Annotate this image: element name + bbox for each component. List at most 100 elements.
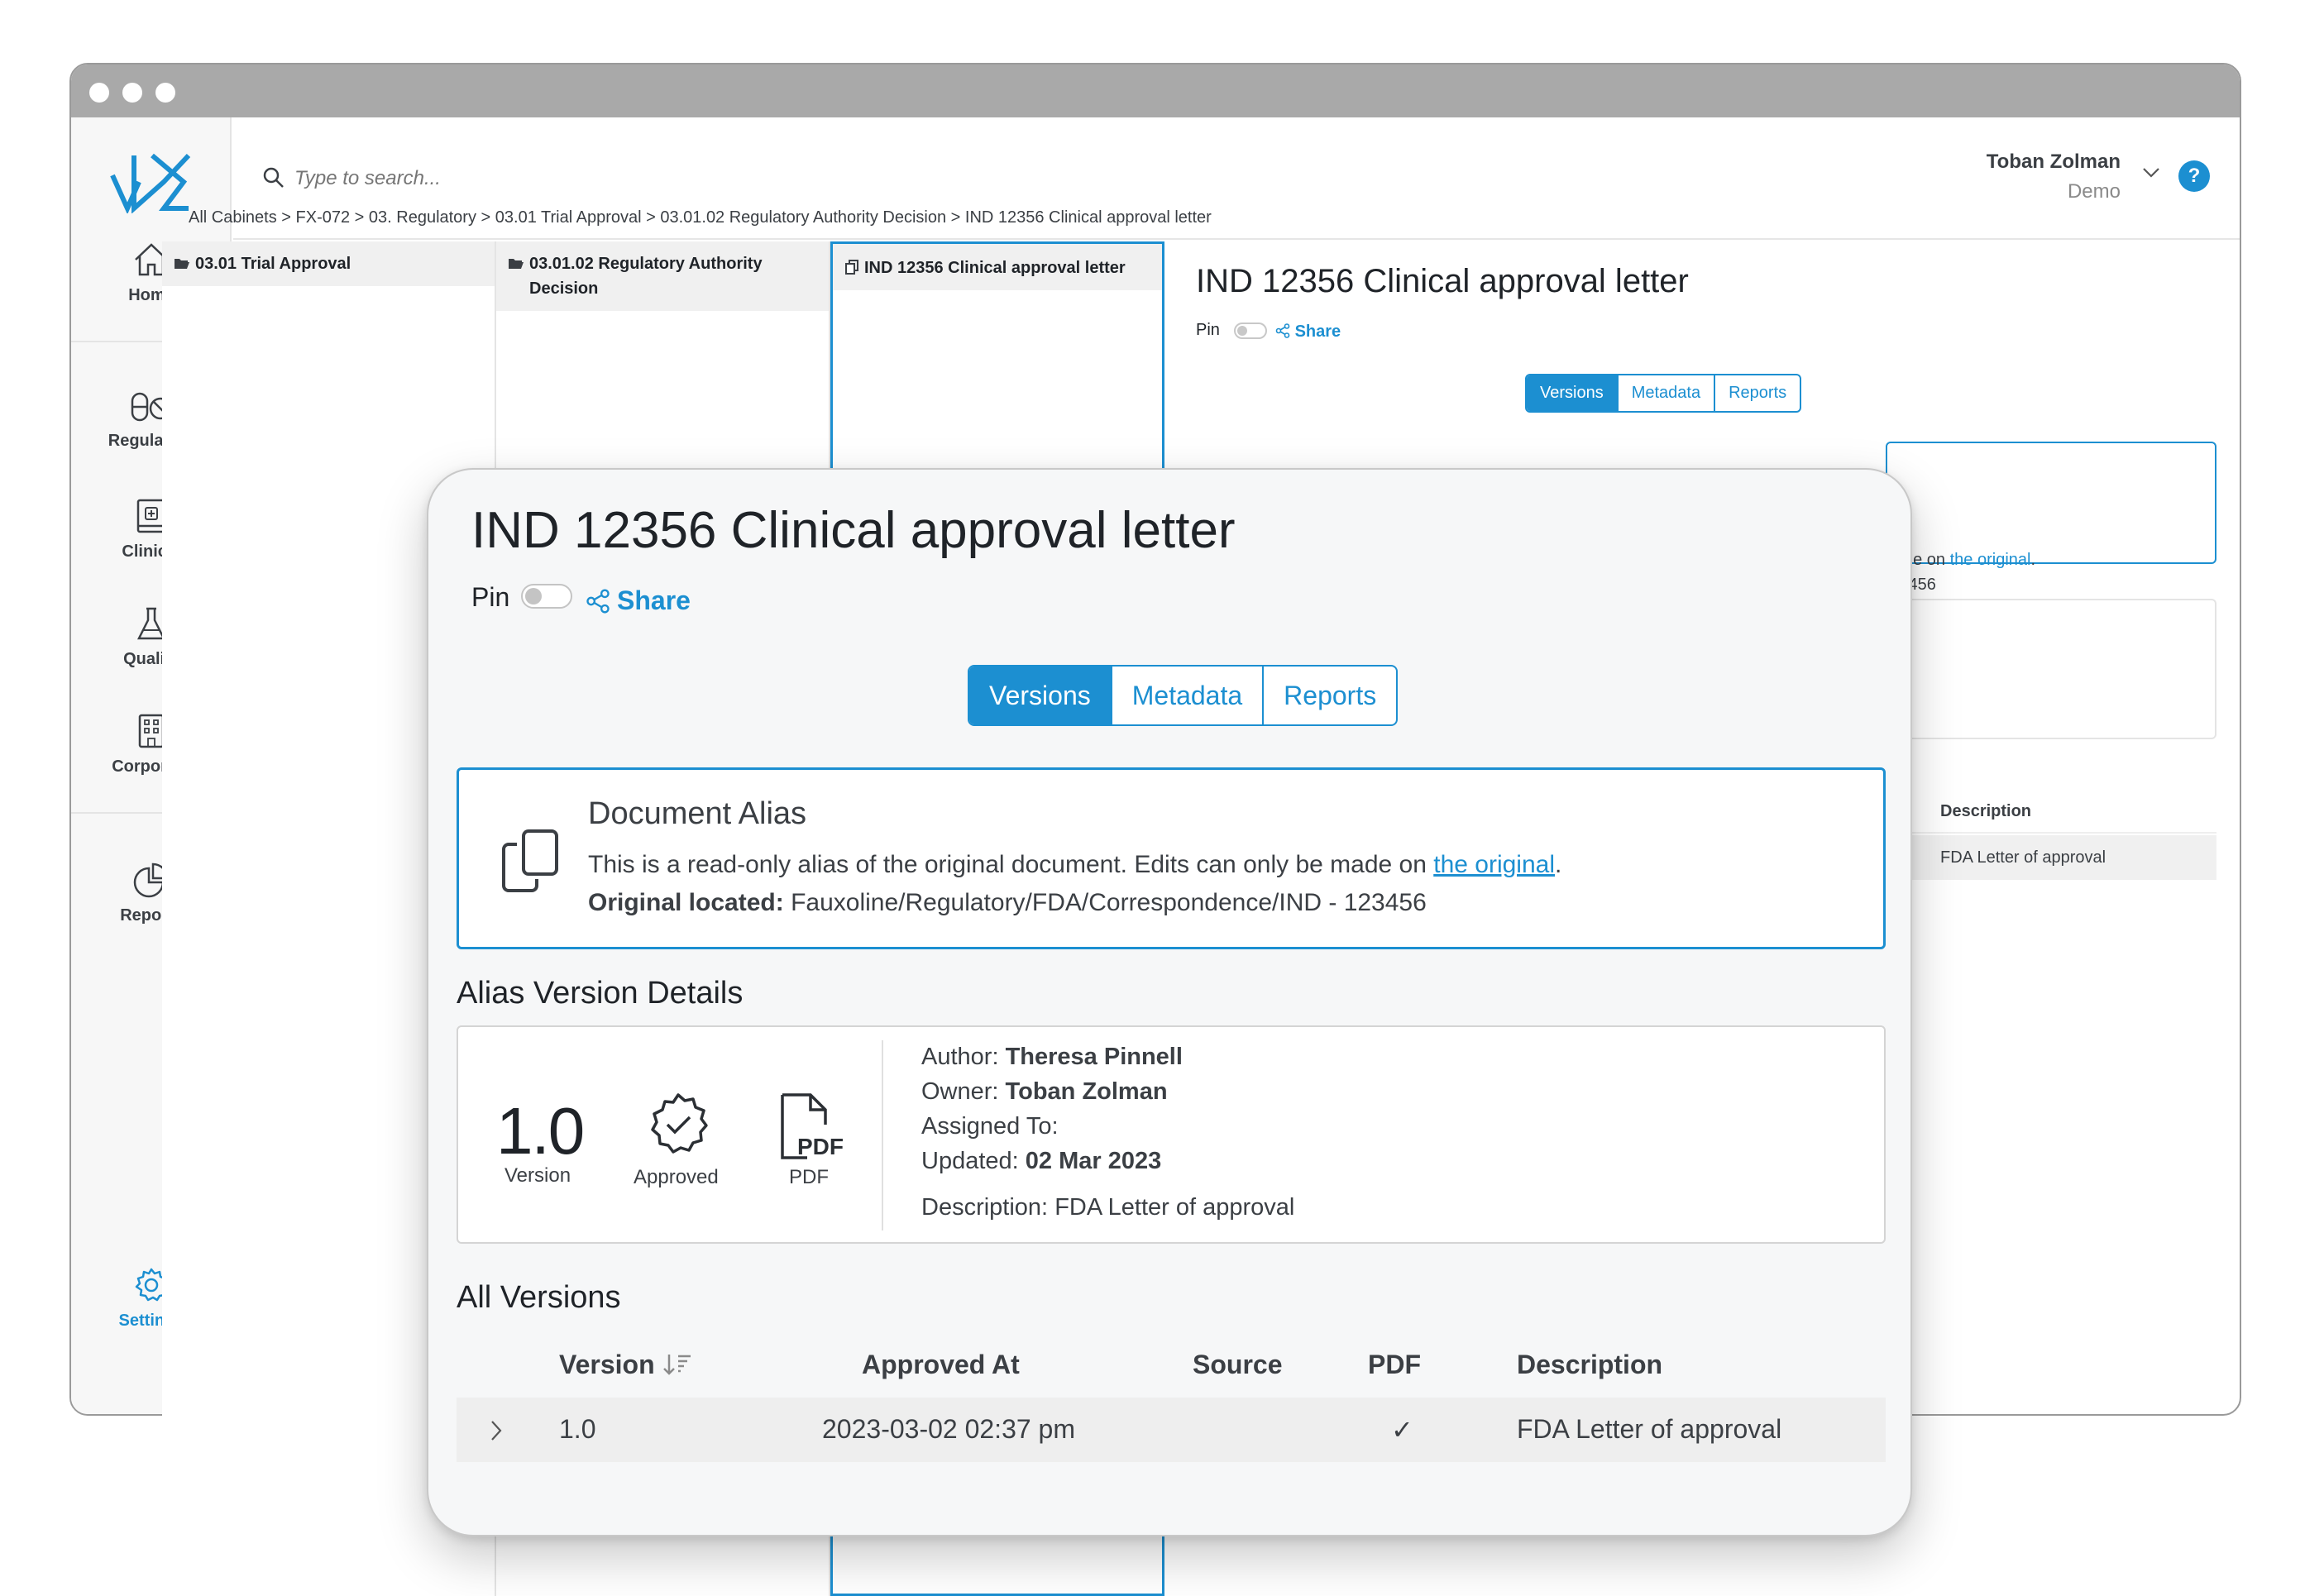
bg-alias-text: de on the original. (1904, 551, 2035, 570)
author-label: Author: (921, 1044, 999, 1070)
help-icon[interactable]: ? (2178, 160, 2210, 192)
folder-open-icon (509, 259, 524, 269)
version-label: Version (504, 1164, 571, 1187)
pdf-file-icon[interactable]: PDF (774, 1092, 844, 1161)
cell-pdf-check: ✓ (1391, 1415, 1413, 1445)
description-label: Description: (921, 1194, 1049, 1221)
owner-value: Toban Zolman (1005, 1078, 1168, 1105)
column-header-source[interactable]: Source (1193, 1350, 1282, 1380)
column-item-label: 03.01 Trial Approval (195, 255, 351, 273)
description-line: Description: FDA Letter of approval (921, 1194, 1294, 1221)
alias-text: This is a read-only alias of the origina… (588, 851, 1434, 878)
updated-value: 02 Mar 2023 (1025, 1148, 1162, 1174)
share-label: Share (617, 585, 691, 615)
author-line: Author: Theresa Pinnell (921, 1044, 1183, 1071)
user-name[interactable]: Toban Zolman (1987, 151, 2121, 174)
updated-line: Updated: 02 Mar 2023 (921, 1148, 1161, 1175)
tab-metadata[interactable]: Metadata (1110, 667, 1262, 724)
share-icon (586, 589, 610, 613)
folder-open-icon (175, 259, 189, 269)
column-header-pdf[interactable]: PDF (1368, 1350, 1421, 1380)
author-value: Theresa Pinnell (1005, 1044, 1183, 1070)
bg-tab-reports[interactable]: Reports (1714, 375, 1800, 411)
bg-table-row[interactable]: FDA Letter of approval (1886, 835, 2216, 880)
updated-label: Updated: (921, 1148, 1019, 1174)
chevron-right-icon[interactable] (490, 1419, 503, 1442)
column-header-approved-at[interactable]: Approved At (862, 1350, 1020, 1380)
original-location-path: Fauxoline/Regulatory/FDA/Correspondence/… (791, 889, 1427, 916)
tab-versions[interactable]: Versions (969, 667, 1111, 724)
cell-version: 1.0 (559, 1414, 596, 1444)
bg-alias-box (1886, 442, 2216, 564)
cell-approved-at: 2023-03-02 02:37 pm (822, 1414, 1075, 1444)
column-item-label: IND 12356 Clinical approval letter (864, 259, 1126, 277)
table-row[interactable]: 1.0 2023-03-02 02:37 pm ✓ FDA Letter of … (457, 1398, 1886, 1462)
original-location-label: Original located: (588, 889, 784, 916)
alias-document-icon (845, 260, 858, 275)
breadcrumb[interactable]: All Cabinets > FX-072 > 03. Regulatory >… (189, 208, 1212, 227)
document-title: IND 12356 Clinical approval letter (471, 502, 1236, 559)
document-detail-card: IND 12356 Clinical approval letter Pin S… (427, 468, 1912, 1536)
document-alias-box: Document Alias This is a read-only alias… (457, 767, 1886, 949)
sort-descending-icon[interactable] (662, 1352, 692, 1377)
version-details-box: 1.0 Version Approved PDF PDF Author: The… (457, 1025, 1886, 1244)
user-role: Demo (2067, 180, 2121, 203)
table-header: Version Approved At Source PDF Descripti… (457, 1331, 1886, 1398)
window-minimize-button[interactable] (122, 83, 142, 103)
bg-alias-suffix: . (2030, 551, 2036, 569)
bg-share-label: Share (1294, 323, 1341, 341)
column-item-label: 03.01.02 Regulatory Authority Decision (529, 255, 763, 298)
alias-description: This is a read-only alias of the origina… (588, 851, 1561, 879)
tab-bar: Versions Metadata Reports (968, 665, 1399, 726)
owner-label: Owner: (921, 1078, 999, 1105)
column-header-version[interactable]: Version (559, 1350, 692, 1380)
versions-table: Version Approved At Source PDF Descripti… (457, 1331, 1886, 1462)
bg-original-link[interactable]: the original (1950, 551, 2031, 569)
copy-icon (502, 829, 558, 892)
bg-document-title: IND 12356 Clinical approval letter (1196, 263, 1689, 299)
assigned-line: Assigned To: (921, 1113, 1059, 1140)
details-divider (882, 1040, 883, 1230)
bg-cell-description: FDA Letter of approval (1940, 848, 2106, 867)
search-icon (263, 167, 284, 188)
owner-line: Owner: Toban Zolman (921, 1078, 1168, 1106)
alias-text-end: . (1555, 851, 1562, 878)
search-input[interactable] (294, 160, 873, 197)
tab-reports[interactable]: Reports (1262, 667, 1396, 724)
column-header-description[interactable]: Description (1517, 1350, 1662, 1380)
cell-description: FDA Letter of approval (1517, 1414, 1782, 1444)
chevron-down-icon[interactable] (2142, 167, 2160, 179)
alias-version-details-heading: Alias Version Details (457, 976, 744, 1011)
description-value: FDA Letter of approval (1054, 1194, 1295, 1221)
version-number: 1.0 (496, 1094, 585, 1168)
column-item-selected[interactable]: 03.01.02 Regulatory Authority Decision (496, 241, 829, 311)
bg-header-description: Description (1940, 802, 2032, 820)
pdf-icon-text: PDF (797, 1134, 844, 1159)
alias-original-location: Original located: Fauxoline/Regulatory/F… (588, 889, 1427, 917)
app-logo-icon[interactable] (109, 151, 195, 213)
pin-toggle[interactable] (521, 584, 572, 609)
pdf-label: PDF (789, 1166, 829, 1188)
bg-tab-versions[interactable]: Versions (1527, 375, 1617, 411)
window-titlebar (71, 65, 2240, 117)
bg-pin-toggle[interactable] (1234, 323, 1267, 339)
column-item-selected[interactable]: 03.01 Trial Approval (162, 241, 495, 286)
approved-label: Approved (634, 1166, 719, 1188)
alias-heading: Document Alias (588, 796, 807, 831)
bg-share-link[interactable]: Share (1275, 323, 1341, 342)
window-maximize-button[interactable] (155, 83, 175, 103)
share-icon (1275, 323, 1290, 338)
column-item-selected[interactable]: IND 12356 Clinical approval letter (833, 244, 1162, 290)
bg-tab-bar: Versions Metadata Reports (1525, 374, 1802, 413)
share-link[interactable]: Share (586, 585, 691, 616)
all-versions-heading: All Versions (457, 1280, 621, 1315)
bg-pin-label: Pin (1196, 321, 1220, 339)
pin-label: Pin (471, 582, 510, 612)
approved-badge-icon (651, 1093, 708, 1154)
original-link[interactable]: the original (1433, 851, 1555, 878)
window-close-button[interactable] (89, 83, 109, 103)
column-header-label: Version (559, 1350, 655, 1379)
bg-details-box (1886, 599, 2216, 739)
bg-tab-metadata[interactable]: Metadata (1616, 375, 1714, 411)
toggle-knob (525, 588, 542, 604)
